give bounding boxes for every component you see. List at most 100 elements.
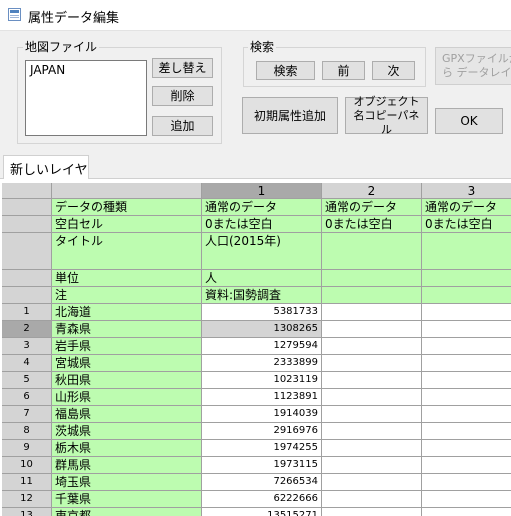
empty-cell[interactable] <box>422 389 511 406</box>
gpx-data-layer-button[interactable]: GPXファイルから データレイヤ <box>435 47 511 85</box>
population-value-cell[interactable]: 2333899 <box>202 355 322 372</box>
meta-cell[interactable]: 通常のデータ <box>422 199 511 216</box>
empty-cell[interactable] <box>422 423 511 440</box>
prefecture-name-cell[interactable]: 北海道 <box>52 304 202 321</box>
empty-cell[interactable] <box>422 321 511 338</box>
meta-cell[interactable]: 人 <box>202 270 322 287</box>
population-value-cell[interactable]: 1914039 <box>202 406 322 423</box>
empty-cell[interactable] <box>322 321 422 338</box>
empty-cell[interactable] <box>322 389 422 406</box>
replace-button[interactable]: 差し替え <box>152 58 213 78</box>
row-header[interactable]: 8 <box>2 423 52 440</box>
empty-cell[interactable] <box>322 355 422 372</box>
prefecture-name-cell[interactable]: 岩手県 <box>52 338 202 355</box>
meta-row-header[interactable] <box>2 216 52 233</box>
prefecture-name-cell[interactable]: 秋田県 <box>52 372 202 389</box>
prefecture-name-cell[interactable]: 宮城県 <box>52 355 202 372</box>
empty-cell[interactable] <box>322 508 422 516</box>
map-file-item[interactable]: JAPAN <box>26 61 146 79</box>
column-header-name[interactable] <box>52 183 202 199</box>
population-value-cell[interactable]: 5381733 <box>202 304 322 321</box>
population-value-cell[interactable]: 1974255 <box>202 440 322 457</box>
meta-cell[interactable] <box>422 233 511 270</box>
search-button[interactable]: 検索 <box>256 61 315 80</box>
empty-cell[interactable] <box>422 457 511 474</box>
row-header[interactable]: 9 <box>2 440 52 457</box>
row-header[interactable]: 12 <box>2 491 52 508</box>
empty-cell[interactable] <box>322 491 422 508</box>
row-header[interactable]: 4 <box>2 355 52 372</box>
meta-cell[interactable] <box>422 270 511 287</box>
map-file-list[interactable]: JAPAN <box>25 60 147 136</box>
empty-cell[interactable] <box>422 372 511 389</box>
meta-row-label[interactable]: 単位 <box>52 270 202 287</box>
meta-cell[interactable]: 0または空白 <box>322 216 422 233</box>
empty-cell[interactable] <box>322 457 422 474</box>
attribute-data-grid[interactable]: 1 2 3 データの種類 通常のデータ 通常のデータ 通常のデータ 空白セル 0または空白 0また… <box>2 183 511 516</box>
population-value-cell[interactable]: 7266534 <box>202 474 322 491</box>
meta-cell[interactable]: 資料:国勢調査 <box>202 287 322 304</box>
population-value-cell[interactable]: 1123891 <box>202 389 322 406</box>
meta-row-header[interactable] <box>2 287 52 304</box>
previous-button[interactable]: 前 <box>322 61 365 80</box>
column-header-1[interactable]: 1 <box>202 183 322 199</box>
meta-cell[interactable] <box>422 287 511 304</box>
row-header[interactable]: 11 <box>2 474 52 491</box>
row-header[interactable]: 2 <box>2 321 52 338</box>
column-header-3[interactable]: 3 <box>422 183 511 199</box>
meta-cell[interactable]: 0または空白 <box>202 216 322 233</box>
row-header[interactable]: 6 <box>2 389 52 406</box>
delete-button[interactable]: 削除 <box>152 86 213 106</box>
empty-cell[interactable] <box>322 338 422 355</box>
meta-cell[interactable] <box>322 287 422 304</box>
empty-cell[interactable] <box>322 440 422 457</box>
meta-cell[interactable] <box>322 233 422 270</box>
prefecture-name-cell[interactable]: 茨城県 <box>52 423 202 440</box>
empty-cell[interactable] <box>322 423 422 440</box>
empty-cell[interactable] <box>422 508 511 516</box>
empty-cell[interactable] <box>322 474 422 491</box>
meta-cell[interactable]: 通常のデータ <box>202 199 322 216</box>
prefecture-name-cell[interactable]: 群馬県 <box>52 457 202 474</box>
column-header-2[interactable]: 2 <box>322 183 422 199</box>
population-value-cell[interactable]: 13515271 <box>202 508 322 516</box>
prefecture-name-cell[interactable]: 福島県 <box>52 406 202 423</box>
empty-cell[interactable] <box>422 355 511 372</box>
row-header[interactable]: 5 <box>2 372 52 389</box>
empty-cell[interactable] <box>422 491 511 508</box>
meta-row-header[interactable] <box>2 233 52 270</box>
population-value-cell[interactable]: 1308265 <box>202 321 322 338</box>
object-name-copy-button[interactable]: オブジェクト名コピーパネル <box>345 95 428 136</box>
prefecture-name-cell[interactable]: 埼玉県 <box>52 474 202 491</box>
meta-row-label[interactable]: 注 <box>52 287 202 304</box>
add-button[interactable]: 追加 <box>152 116 213 136</box>
prefecture-name-cell[interactable]: 山形県 <box>52 389 202 406</box>
population-value-cell[interactable]: 1973115 <box>202 457 322 474</box>
population-value-cell[interactable]: 1023119 <box>202 372 322 389</box>
row-header[interactable]: 1 <box>2 304 52 321</box>
population-value-cell[interactable]: 2916976 <box>202 423 322 440</box>
prefecture-name-cell[interactable]: 千葉県 <box>52 491 202 508</box>
next-button[interactable]: 次 <box>372 61 415 80</box>
meta-row-label[interactable]: 空白セル <box>52 216 202 233</box>
empty-cell[interactable] <box>422 338 511 355</box>
meta-cell[interactable]: 通常のデータ <box>322 199 422 216</box>
row-header[interactable]: 13 <box>2 508 52 516</box>
population-value-cell[interactable]: 1279594 <box>202 338 322 355</box>
meta-row-label[interactable]: タイトル <box>52 233 202 270</box>
meta-row-label[interactable]: データの種類 <box>52 199 202 216</box>
prefecture-name-cell[interactable]: 栃木県 <box>52 440 202 457</box>
ok-button[interactable]: OK <box>435 108 503 134</box>
empty-cell[interactable] <box>422 304 511 321</box>
row-header[interactable]: 7 <box>2 406 52 423</box>
meta-cell[interactable]: 人口(2015年) <box>202 233 322 270</box>
population-value-cell[interactable]: 6222666 <box>202 491 322 508</box>
init-attribute-button[interactable]: 初期属性追加 <box>242 97 338 134</box>
empty-cell[interactable] <box>422 440 511 457</box>
row-header[interactable]: 3 <box>2 338 52 355</box>
meta-cell[interactable]: 0または空白 <box>422 216 511 233</box>
prefecture-name-cell[interactable]: 青森県 <box>52 321 202 338</box>
empty-cell[interactable] <box>422 474 511 491</box>
empty-cell[interactable] <box>422 406 511 423</box>
meta-row-header[interactable] <box>2 270 52 287</box>
